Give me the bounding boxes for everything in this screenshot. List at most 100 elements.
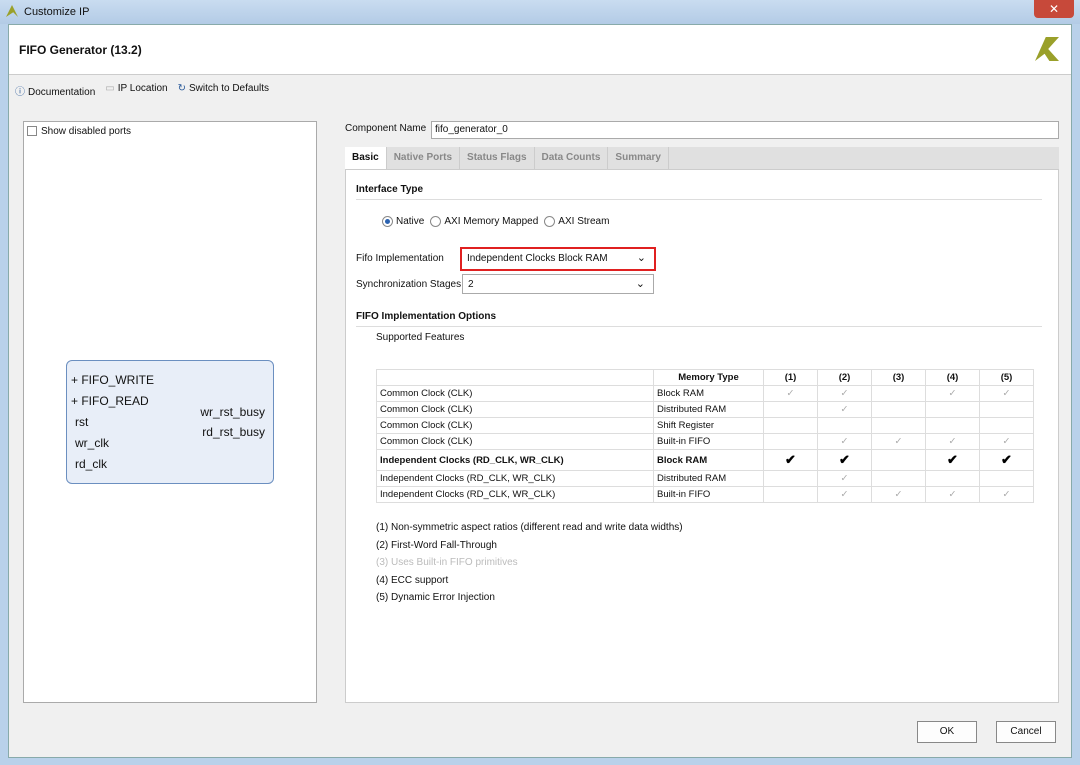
check-cell xyxy=(979,470,1034,487)
table-cell: Block RAM xyxy=(653,449,764,471)
documentation-button[interactable]: ⓘ Documentation xyxy=(15,83,95,98)
show-disabled-ports-checkbox[interactable]: Show disabled ports xyxy=(27,126,131,137)
xilinx-logo-icon xyxy=(1035,37,1059,61)
table-cell: Distributed RAM xyxy=(653,401,764,418)
basic-panel: Interface Type Native AXI Memory Mapped … xyxy=(345,169,1059,703)
radio-axi-mm[interactable]: AXI Memory Mapped xyxy=(430,216,538,227)
options-heading: FIFO Implementation Options xyxy=(356,311,1042,327)
check-cell: ✓ xyxy=(871,486,926,503)
ok-button[interactable]: OK xyxy=(917,721,977,743)
table-cell: Distributed RAM xyxy=(653,470,764,487)
cancel-button[interactable]: Cancel xyxy=(996,721,1056,743)
table-cell: Independent Clocks (RD_CLK, WR_CLK) xyxy=(376,470,654,487)
check-cell: ✔ xyxy=(925,449,980,471)
ip-location-button[interactable]: ▭ IP Location xyxy=(105,83,167,98)
close-button[interactable]: ✕ xyxy=(1034,0,1074,18)
note-2: (2) First-Word Fall-Through xyxy=(376,539,497,551)
sync-stages-label: Synchronization Stages xyxy=(356,279,462,290)
check-cell: ✓ xyxy=(979,433,1034,450)
port-rd-rst-busy: rd_rst_busy xyxy=(202,425,265,439)
port-fifo-read: + FIFO_READ xyxy=(71,394,149,408)
table-header: (2) xyxy=(817,369,872,386)
info-icon: ⓘ xyxy=(15,87,25,98)
folder-icon: ▭ xyxy=(105,83,115,94)
refresh-icon: ↻ xyxy=(177,83,186,94)
check-cell xyxy=(763,417,818,434)
tab-status-flags[interactable]: Status Flags xyxy=(460,147,535,169)
xilinx-logo-icon xyxy=(6,5,18,17)
check-cell xyxy=(871,401,926,418)
check-cell: ✓ xyxy=(817,486,872,503)
table-cell: Common Clock (CLK) xyxy=(376,433,654,450)
check-cell xyxy=(871,449,926,471)
table-row: Common Clock (CLK) Shift Register xyxy=(376,417,1034,434)
port-wr-rst-busy: wr_rst_busy xyxy=(200,405,265,419)
table-header: (3) xyxy=(871,369,926,386)
check-cell xyxy=(979,417,1034,434)
tab-native-ports[interactable]: Native Ports xyxy=(387,147,461,169)
check-cell: ✔ xyxy=(763,449,818,471)
check-cell: ✓ xyxy=(817,470,872,487)
table-cell: Common Clock (CLK) xyxy=(376,385,654,402)
features-table: Memory Type (1) (2) (3) (4) (5) Common Clock (… xyxy=(376,369,1034,503)
table-row: Common Clock (CLK) Block RAM ✓ ✓ ✓ ✓ xyxy=(376,385,1034,402)
check-cell xyxy=(763,486,818,503)
notes: (1) Non-symmetric aspect ratios (differe… xyxy=(376,519,683,607)
table-cell: Shift Register xyxy=(653,417,764,434)
check-cell xyxy=(925,470,980,487)
symbol-pane: Show disabled ports + FIFO_WRITE + FIFO_… xyxy=(23,121,317,703)
check-cell: ✓ xyxy=(979,385,1034,402)
sync-stages-select[interactable]: 2 ⌄ xyxy=(462,274,654,294)
note-3: (3) Uses Built-in FIFO primitives xyxy=(376,557,518,568)
note-1: (1) Non-symmetric aspect ratios (differe… xyxy=(376,522,683,533)
check-cell xyxy=(763,401,818,418)
tab-basic[interactable]: Basic xyxy=(345,147,387,169)
table-row: Common Clock (CLK) Built-in FIFO ✓ ✓ ✓ ✓ xyxy=(376,433,1034,450)
check-cell xyxy=(763,470,818,487)
table-row: Independent Clocks (RD_CLK, WR_CLK) Distr… xyxy=(376,470,1034,487)
header: FIFO Generator (13.2) xyxy=(9,25,1071,75)
check-cell: ✓ xyxy=(871,433,926,450)
tab-summary[interactable]: Summary xyxy=(608,147,669,169)
fifo-impl-select[interactable]: Independent Clocks Block RAM ⌄ xyxy=(460,247,656,271)
table-header: (4) xyxy=(925,369,980,386)
check-cell xyxy=(817,417,872,434)
radio-axi-stream[interactable]: AXI Stream xyxy=(544,216,609,227)
component-name-input[interactable]: fifo_generator_0 xyxy=(431,121,1059,139)
check-cell xyxy=(871,417,926,434)
check-cell: ✓ xyxy=(925,486,980,503)
fifo-impl-label: Fifo Implementation xyxy=(356,253,444,264)
tab-bar: Basic Native Ports Status Flags Data Cou… xyxy=(345,147,1059,169)
note-4: (4) ECC support xyxy=(376,574,449,586)
check-cell xyxy=(871,385,926,402)
radio-native[interactable]: Native xyxy=(382,216,424,227)
tab-data-counts[interactable]: Data Counts xyxy=(535,147,609,169)
note-5: (5) Dynamic Error Injection xyxy=(376,592,495,603)
dialog: FIFO Generator (13.2) ⓘ Documentation ▭ IP… xyxy=(8,24,1072,758)
check-cell: ✓ xyxy=(925,433,980,450)
check-cell xyxy=(871,470,926,487)
check-cell: ✓ xyxy=(817,433,872,450)
table-cell: Common Clock (CLK) xyxy=(376,401,654,418)
port-rd-clk: rd_clk xyxy=(75,457,108,471)
table-cell: Built-in FIFO xyxy=(653,433,764,450)
table-cell: Independent Clocks (RD_CLK, WR_CLK) xyxy=(376,486,654,503)
fifo-symbol: + FIFO_WRITE + FIFO_READ rst wr_clk rd_c… xyxy=(66,360,274,484)
table-cell: Built-in FIFO xyxy=(653,486,764,503)
window-title: Customize IP xyxy=(24,6,90,18)
check-cell: ✓ xyxy=(979,486,1034,503)
component-name-label: Component Name xyxy=(345,123,427,134)
ip-title: FIFO Generator (13.2) xyxy=(19,43,142,57)
check-cell: ✓ xyxy=(817,401,872,418)
table-row: Independent Clocks (RD_CLK, WR_CLK) Block… xyxy=(376,449,1034,471)
check-cell xyxy=(925,401,980,418)
table-cell: Independent Clocks (RD_CLK, WR_CLK) xyxy=(376,449,654,471)
check-cell xyxy=(925,417,980,434)
table-header: (1) xyxy=(763,369,818,386)
table-row: Independent Clocks (RD_CLK, WR_CLK) Built… xyxy=(376,486,1034,503)
table-row: Common Clock (CLK) Distributed RAM ✓ xyxy=(376,401,1034,418)
chevron-down-icon: ⌄ xyxy=(636,252,646,264)
check-cell: ✓ xyxy=(817,385,872,402)
toolbar: ⓘ Documentation ▭ IP Location ↻ Switch to D… xyxy=(15,83,269,98)
switch-defaults-button[interactable]: ↻ Switch to Defaults xyxy=(178,83,269,98)
